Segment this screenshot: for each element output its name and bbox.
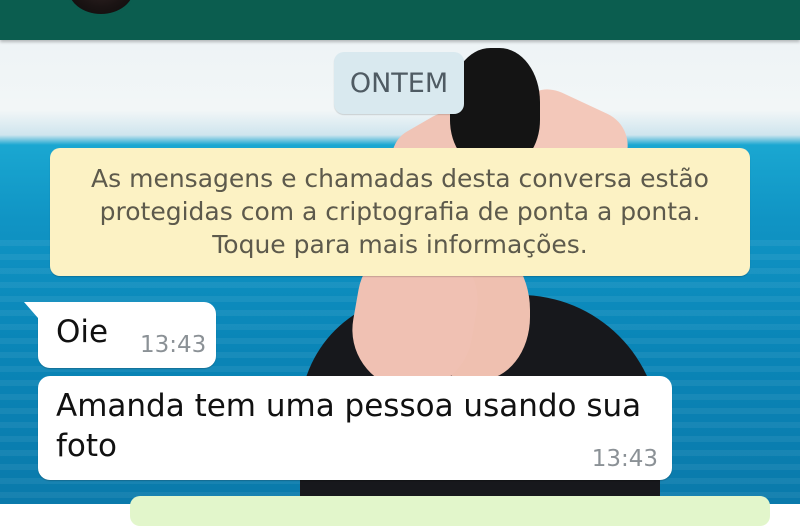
encryption-notice-line-3: Toque para mais informações. [212, 230, 588, 259]
encryption-notice[interactable]: As mensagens e chamadas desta conversa e… [50, 148, 750, 276]
date-chip-label: ONTEM [349, 67, 449, 99]
outgoing-message-partial[interactable] [130, 496, 770, 526]
incoming-message[interactable]: Oie 13:43 [24, 302, 216, 368]
contact-avatar[interactable] [66, 0, 136, 16]
message-time: 13:43 [591, 446, 658, 472]
chat-header [0, 0, 800, 40]
encryption-notice-line-1: As mensagens e chamadas desta conversa e… [91, 164, 709, 193]
encryption-notice-line-2: protegidas com a criptografia de ponta a… [99, 197, 701, 226]
message-text: Oie [56, 314, 109, 350]
date-chip: ONTEM [334, 52, 464, 114]
message-time: 13:43 [140, 332, 207, 358]
message-text: Amanda tem uma pessoa usando sua foto [56, 388, 642, 464]
incoming-message[interactable]: Amanda tem uma pessoa usando sua foto 13… [38, 376, 672, 480]
